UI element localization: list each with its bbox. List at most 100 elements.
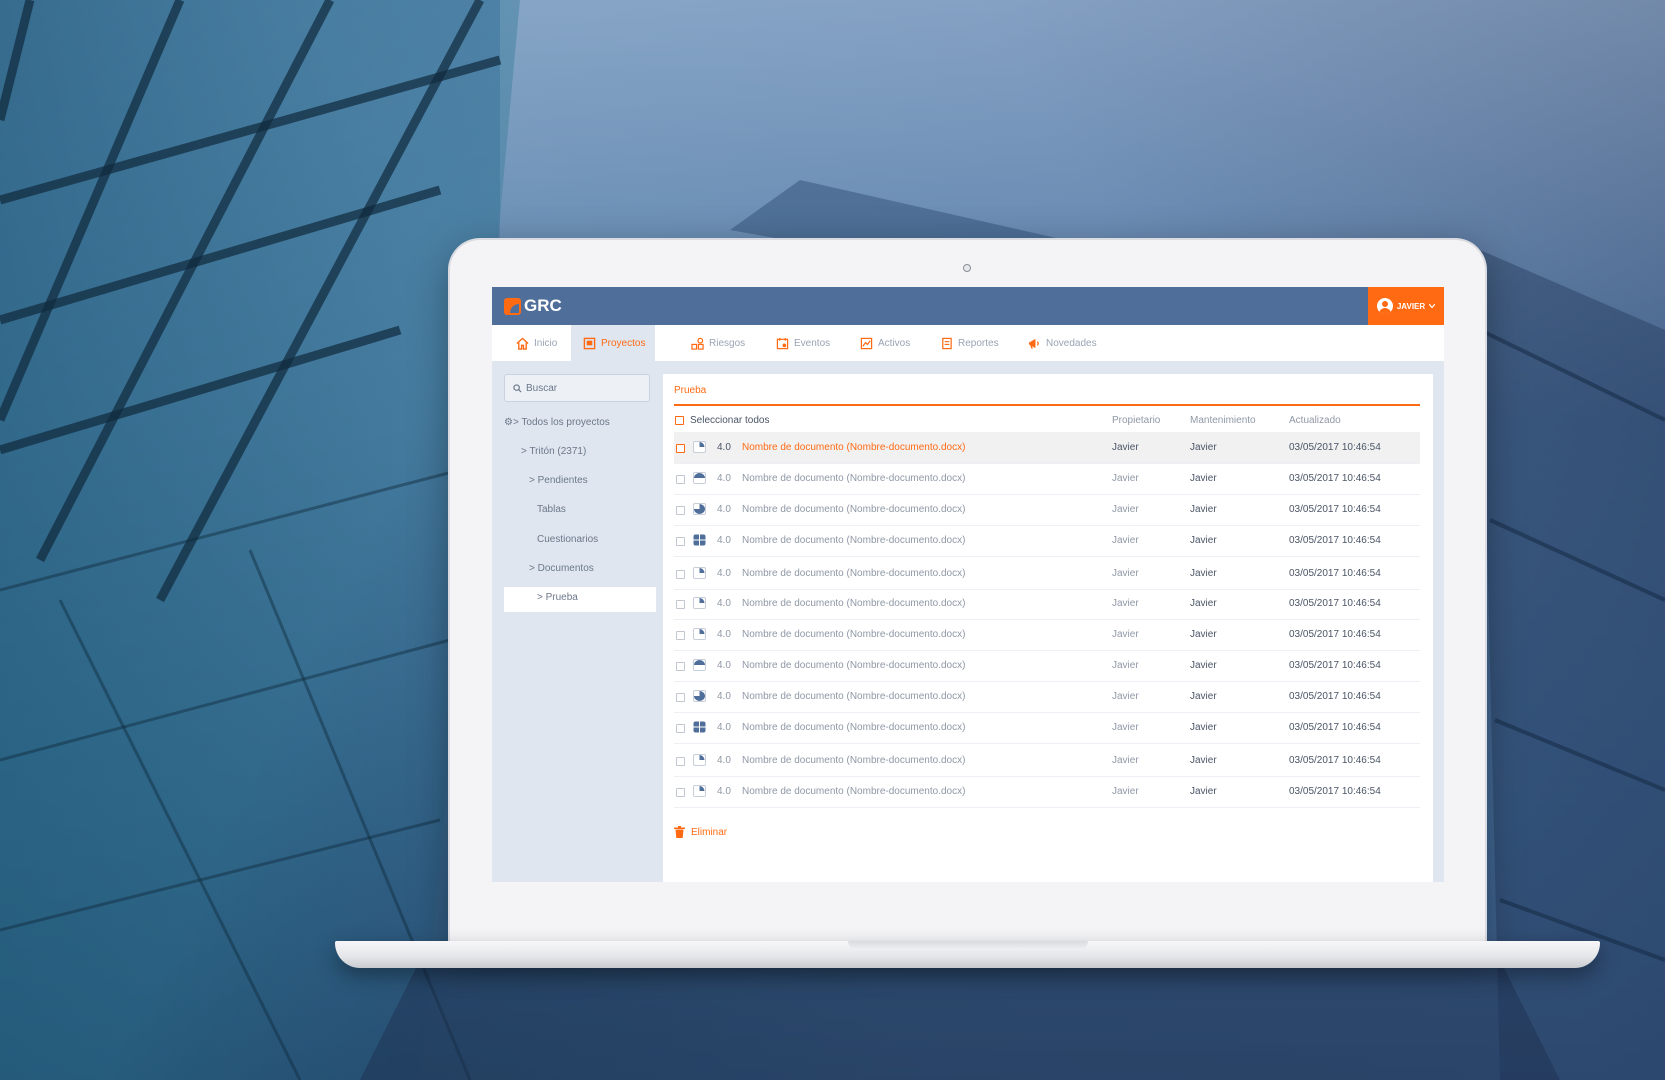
trash-icon [674,826,685,838]
tab-novedades[interactable]: Novedades [1028,325,1097,361]
row-checkbox[interactable] [676,444,685,453]
row-maintenance: Javier [1190,755,1217,766]
row-maintenance: Javier [1190,722,1217,733]
tab-activos[interactable]: Activos [860,325,910,361]
sidebar-item-label: > Prueba [537,592,578,603]
row-checkbox[interactable] [676,662,685,671]
row-updated: 03/05/2017 10:46:54 [1289,691,1381,702]
row-document-name[interactable]: Nombre de documento (Nombre-documento.do… [742,629,965,640]
row-document-name[interactable]: Nombre de documento (Nombre-documento.do… [742,691,965,702]
tab-proyectos[interactable]: Proyectos [571,325,655,361]
row-maintenance: Javier [1190,504,1217,515]
table-row[interactable]: 4.0 Nombre de documento (Nombre-documento… [674,558,1420,590]
row-checkbox[interactable] [676,600,685,609]
doc-quarter-icon [693,567,706,579]
row-version: 4.0 [717,629,731,640]
row-checkbox[interactable] [676,631,685,640]
table-row[interactable]: 4.0 Nombre de documento (Nombre-documento… [674,494,1420,526]
doc-quarter-icon [693,785,706,797]
tab-inicio[interactable]: Inicio [516,325,557,361]
sidebar-item-tablas[interactable]: Tablas [537,504,566,515]
top-bar: GRC JAVIER [492,287,1444,325]
table-row[interactable]: 4.0 Nombre de documento (Nombre-documento… [674,745,1420,777]
tab-riesgos[interactable]: Riesgos [691,325,745,361]
row-checkbox[interactable] [676,537,685,546]
select-all-label[interactable]: Seleccionar todos [690,415,770,426]
row-document-name[interactable]: Nombre de documento (Nombre-documento.do… [742,786,965,797]
panel-title: Prueba [674,385,707,396]
sidebar-item-pendientes[interactable]: > Pendientes [529,475,588,486]
row-checkbox[interactable] [676,724,685,733]
table-row[interactable]: 4.0 Nombre de documento (Nombre-documento… [674,712,1420,744]
row-checkbox[interactable] [676,475,685,484]
sidebar-selected-bg [504,587,656,612]
documents-panel: Prueba Seleccionar todos Propietario Man… [663,374,1433,882]
row-document-name[interactable]: Nombre de documento (Nombre-documento.do… [742,598,965,609]
row-owner: Javier [1112,473,1139,484]
sidebar-item-triton[interactable]: > Tritón (2371) [521,446,586,457]
row-document-name[interactable]: Nombre de documento (Nombre-documento.do… [742,442,965,453]
row-maintenance: Javier [1190,442,1217,453]
column-header-maintenance[interactable]: Mantenimiento [1190,415,1256,426]
table-row[interactable]: 4.0 Nombre de documento (Nombre-documento… [674,681,1420,713]
row-checkbox[interactable] [676,570,685,579]
search-input[interactable]: Buscar [504,374,650,402]
doc-quarter-icon [693,754,706,766]
row-document-name[interactable]: Nombre de documento (Nombre-documento.do… [742,660,965,671]
row-document-name[interactable]: Nombre de documento (Nombre-documento.do… [742,755,965,766]
row-checkbox[interactable] [676,757,685,766]
chevron-down-icon [1429,304,1436,308]
camera-icon [963,264,971,272]
table-row[interactable]: 4.0 Nombre de documento (Nombre-documento… [674,619,1420,651]
doc-quarter-icon [693,597,706,609]
sidebar-item-cuestionarios[interactable]: Cuestionarios [537,534,598,545]
sidebar-item-documentos[interactable]: > Documentos [529,563,594,574]
sidebar-item-prueba[interactable]: > Prueba [537,592,578,603]
table-row[interactable]: 4.0 Nombre de documento (Nombre-documento… [674,525,1420,557]
row-updated: 03/05/2017 10:46:54 [1289,568,1381,579]
doc-half-icon [693,472,706,484]
row-owner: Javier [1112,786,1139,797]
tab-label: Eventos [794,337,831,349]
row-document-name[interactable]: Nombre de documento (Nombre-documento.do… [742,722,965,733]
tab-label: Reportes [958,337,999,349]
megaphone-icon [1028,338,1039,349]
row-maintenance: Javier [1190,473,1217,484]
table-row[interactable]: 4.0 Nombre de documento (Nombre-documento… [674,588,1420,620]
home-icon [516,336,529,350]
sidebar-item-label: > Pendientes [529,475,588,486]
tab-eventos[interactable]: Eventos [776,325,830,361]
row-maintenance: Javier [1190,598,1217,609]
row-maintenance: Javier [1190,535,1217,546]
app-logo[interactable]: GRC [504,296,562,316]
user-menu-button[interactable]: JAVIER [1368,287,1444,325]
tab-label: Inicio [534,337,558,349]
search-placeholder: Buscar [526,382,558,394]
row-document-name[interactable]: Nombre de documento (Nombre-documento.do… [742,473,965,484]
row-version: 4.0 [717,691,731,702]
delete-button[interactable]: Eliminar [674,826,727,838]
table-row[interactable]: 4.0 Nombre de documento (Nombre-documento… [674,776,1420,808]
row-document-name[interactable]: Nombre de documento (Nombre-documento.do… [742,504,965,515]
row-owner: Javier [1112,722,1139,733]
column-header-updated[interactable]: Actualizado [1289,415,1341,426]
row-checkbox[interactable] [676,693,685,702]
select-all-checkbox[interactable] [675,416,684,425]
row-owner: Javier [1112,442,1139,453]
row-document-name[interactable]: Nombre de documento (Nombre-documento.do… [742,535,965,546]
table-row[interactable]: 4.0 Nombre de documento (Nombre-documento… [674,650,1420,682]
row-maintenance: Javier [1190,660,1217,671]
table-row[interactable]: 4.0 Nombre de documento (Nombre-documento… [674,432,1420,464]
column-header-owner[interactable]: Propietario [1112,415,1160,426]
row-maintenance: Javier [1190,568,1217,579]
row-version: 4.0 [717,722,731,733]
tab-reportes[interactable]: Reportes [940,325,999,361]
table-row[interactable]: 4.0 Nombre de documento (Nombre-documento… [674,463,1420,495]
sidebar-item-todos[interactable]: ⚙> Todos los proyectos [504,417,610,428]
main-nav: Inicio Proyectos Riesgos Eventos Activos… [492,325,1444,361]
row-document-name[interactable]: Nombre de documento (Nombre-documento.do… [742,568,965,579]
row-checkbox[interactable] [676,788,685,797]
row-owner: Javier [1112,535,1139,546]
row-checkbox[interactable] [676,506,685,515]
row-maintenance: Javier [1190,691,1217,702]
